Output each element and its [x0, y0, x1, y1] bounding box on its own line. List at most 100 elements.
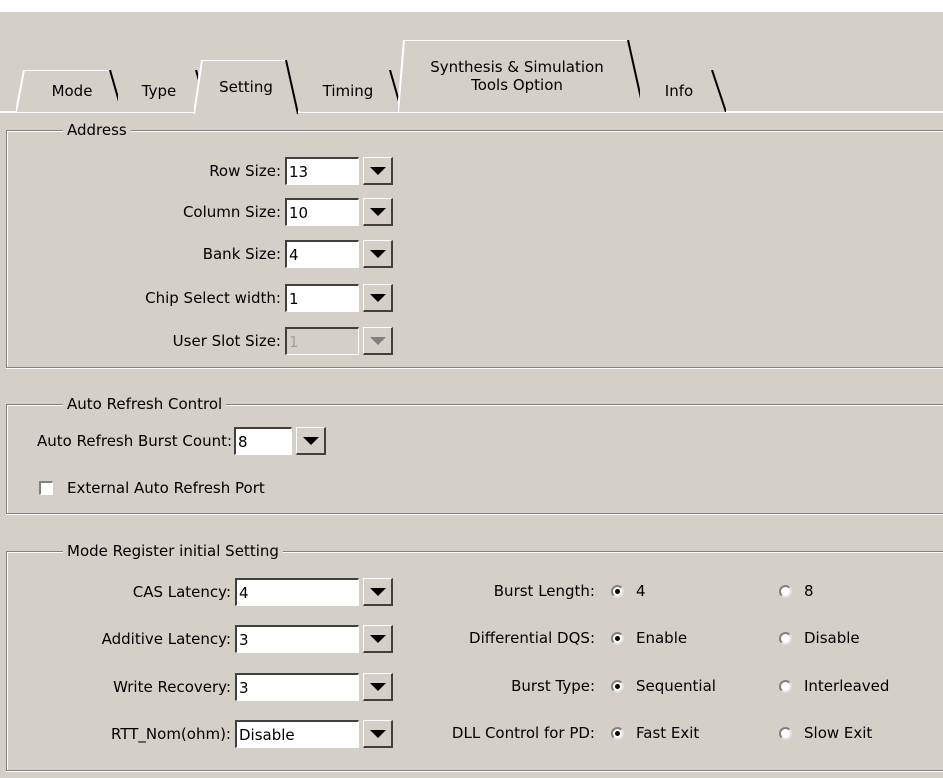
burst-count-combo[interactable]: 8 [234, 427, 327, 455]
differential-dqs-option-enable[interactable]: Enable [611, 629, 779, 647]
chip-select-label: Chip Select width: [145, 289, 281, 307]
radio-selected-icon[interactable] [611, 679, 624, 693]
external-port-row[interactable]: External Auto Refresh Port [39, 479, 265, 497]
bank-size-combo[interactable]: 4 [285, 240, 393, 268]
column-size-combo[interactable]: 10 [285, 198, 393, 226]
dll-control-label: DLL Control for PD: [451, 724, 595, 742]
burst-length-option-8[interactable]: 8 [779, 582, 814, 600]
additive-latency-combo[interactable]: 3 [235, 625, 393, 653]
additive-latency-dropdown-button[interactable] [363, 625, 393, 653]
chevron-down-icon [369, 166, 386, 175]
burst-length-option-4[interactable]: 4 [611, 582, 779, 600]
address-title: Address [63, 121, 131, 139]
chip-select-dropdown-button[interactable] [363, 284, 393, 312]
column-size-row: Column Size: 10 [7, 198, 393, 226]
rtt-nom-field[interactable]: Disable [235, 720, 359, 748]
burst-count-dropdown-button[interactable] [296, 427, 327, 455]
tab-bar: Mode Type Setting Timing Synthesis & Sim… [0, 20, 943, 115]
auto-refresh-title: Auto Refresh Control [63, 395, 227, 413]
chevron-down-icon [369, 634, 386, 643]
radio-selected-icon[interactable] [611, 584, 624, 598]
user-slot-dropdown-button [363, 327, 393, 355]
tab-setting-label: Setting [219, 78, 273, 96]
radio-unselected-icon[interactable] [779, 679, 792, 693]
chevron-down-icon [369, 293, 386, 302]
rtt-nom-dropdown-button[interactable] [363, 720, 393, 748]
radio-selected-icon[interactable] [611, 726, 624, 740]
tab-type[interactable]: Type [118, 70, 208, 112]
tab-synthesis-label: Synthesis & Simulation Tools Option [430, 58, 604, 94]
user-slot-row: User Slot Size: 1 [7, 327, 393, 355]
external-port-checkbox[interactable] [39, 481, 53, 495]
burst-length-label: Burst Length: [493, 582, 595, 600]
burst-type-opt1-label: Sequential [636, 677, 716, 695]
window-top-strip [0, 0, 943, 12]
burst-count-field[interactable]: 8 [234, 427, 293, 455]
column-size-dropdown-button[interactable] [363, 198, 393, 226]
dll-control-opt2-label: Slow Exit [804, 724, 873, 742]
row-size-dropdown-button[interactable] [363, 157, 393, 185]
tab-timing-label: Timing [322, 82, 374, 100]
bank-size-label: Bank Size: [202, 245, 281, 263]
radio-unselected-icon[interactable] [779, 631, 792, 645]
tab-info-label: Info [664, 82, 694, 100]
dll-control-option-fast-exit[interactable]: Fast Exit [611, 724, 779, 742]
chevron-down-icon [369, 249, 386, 258]
tab-mode-label: Mode [51, 82, 93, 100]
additive-latency-field[interactable]: 3 [235, 625, 359, 653]
row-size-label: Row Size: [209, 162, 281, 180]
radio-selected-icon[interactable] [611, 631, 624, 645]
additive-latency-row: Additive Latency: 3 [7, 625, 393, 653]
rtt-nom-label: RTT_Nom(ohm): [111, 725, 231, 743]
chevron-down-icon [369, 207, 386, 216]
user-slot-combo: 1 [285, 327, 393, 355]
tab-info[interactable]: Info [640, 70, 726, 112]
burst-type-row: Burst Type: Sequential Interleaved [407, 677, 889, 695]
chip-select-field[interactable]: 1 [285, 284, 359, 312]
burst-count-row: Auto Refresh Burst Count: 8 [37, 427, 327, 455]
differential-dqs-option-disable[interactable]: Disable [779, 629, 860, 647]
write-recovery-combo[interactable]: 3 [235, 673, 393, 701]
radio-unselected-icon[interactable] [779, 584, 792, 598]
differential-dqs-label: Differential DQS: [469, 629, 595, 647]
tab-mode[interactable]: Mode [16, 70, 122, 112]
dll-control-option-slow-exit[interactable]: Slow Exit [779, 724, 872, 742]
window-top-gap [0, 12, 943, 20]
row-size-combo[interactable]: 13 [285, 157, 393, 185]
differential-dqs-opt1-label: Enable [636, 629, 688, 647]
row-size-row: Row Size: 13 [7, 157, 393, 185]
burst-type-option-interleaved[interactable]: Interleaved [779, 677, 889, 695]
tab-timing[interactable]: Timing [300, 70, 402, 112]
burst-length-opt1-label: 4 [636, 582, 646, 600]
burst-length-row: Burst Length: 4 8 [407, 582, 814, 600]
dll-control-row: DLL Control for PD: Fast Exit Slow Exit [407, 724, 872, 742]
write-recovery-field[interactable]: 3 [235, 673, 359, 701]
burst-length-opt2-label: 8 [804, 582, 814, 600]
cas-latency-dropdown-button[interactable] [363, 578, 393, 606]
bank-size-row: Bank Size: 4 [7, 240, 393, 268]
chevron-down-icon [369, 336, 386, 345]
rtt-nom-combo[interactable]: Disable [235, 720, 393, 748]
tab-synthesis-simulation[interactable]: Synthesis & Simulation Tools Option [398, 40, 644, 112]
radio-unselected-icon[interactable] [779, 726, 792, 740]
mode-register-group: Mode Register initial Setting CAS Latenc… [6, 542, 943, 771]
cas-latency-combo[interactable]: 4 [235, 578, 393, 606]
bank-size-dropdown-button[interactable] [363, 240, 393, 268]
differential-dqs-row: Differential DQS: Enable Disable [407, 629, 860, 647]
bank-size-field[interactable]: 4 [285, 240, 359, 268]
additive-latency-label: Additive Latency: [101, 630, 231, 648]
burst-type-option-sequential[interactable]: Sequential [611, 677, 779, 695]
address-group: Address Row Size: 13 Column Size: 10 Ban… [6, 121, 943, 368]
column-size-field[interactable]: 10 [285, 198, 359, 226]
write-recovery-dropdown-button[interactable] [363, 673, 393, 701]
cas-latency-row: CAS Latency: 4 [7, 578, 393, 606]
chip-select-combo[interactable]: 1 [285, 284, 393, 312]
cas-latency-field[interactable]: 4 [235, 578, 359, 606]
row-size-field[interactable]: 13 [285, 157, 359, 185]
burst-type-label: Burst Type: [511, 677, 595, 695]
differential-dqs-opt2-label: Disable [804, 629, 860, 647]
dll-control-opt1-label: Fast Exit [636, 724, 700, 742]
tab-setting[interactable]: Setting [194, 60, 298, 114]
chevron-down-icon [369, 682, 386, 691]
user-slot-field: 1 [285, 327, 359, 355]
